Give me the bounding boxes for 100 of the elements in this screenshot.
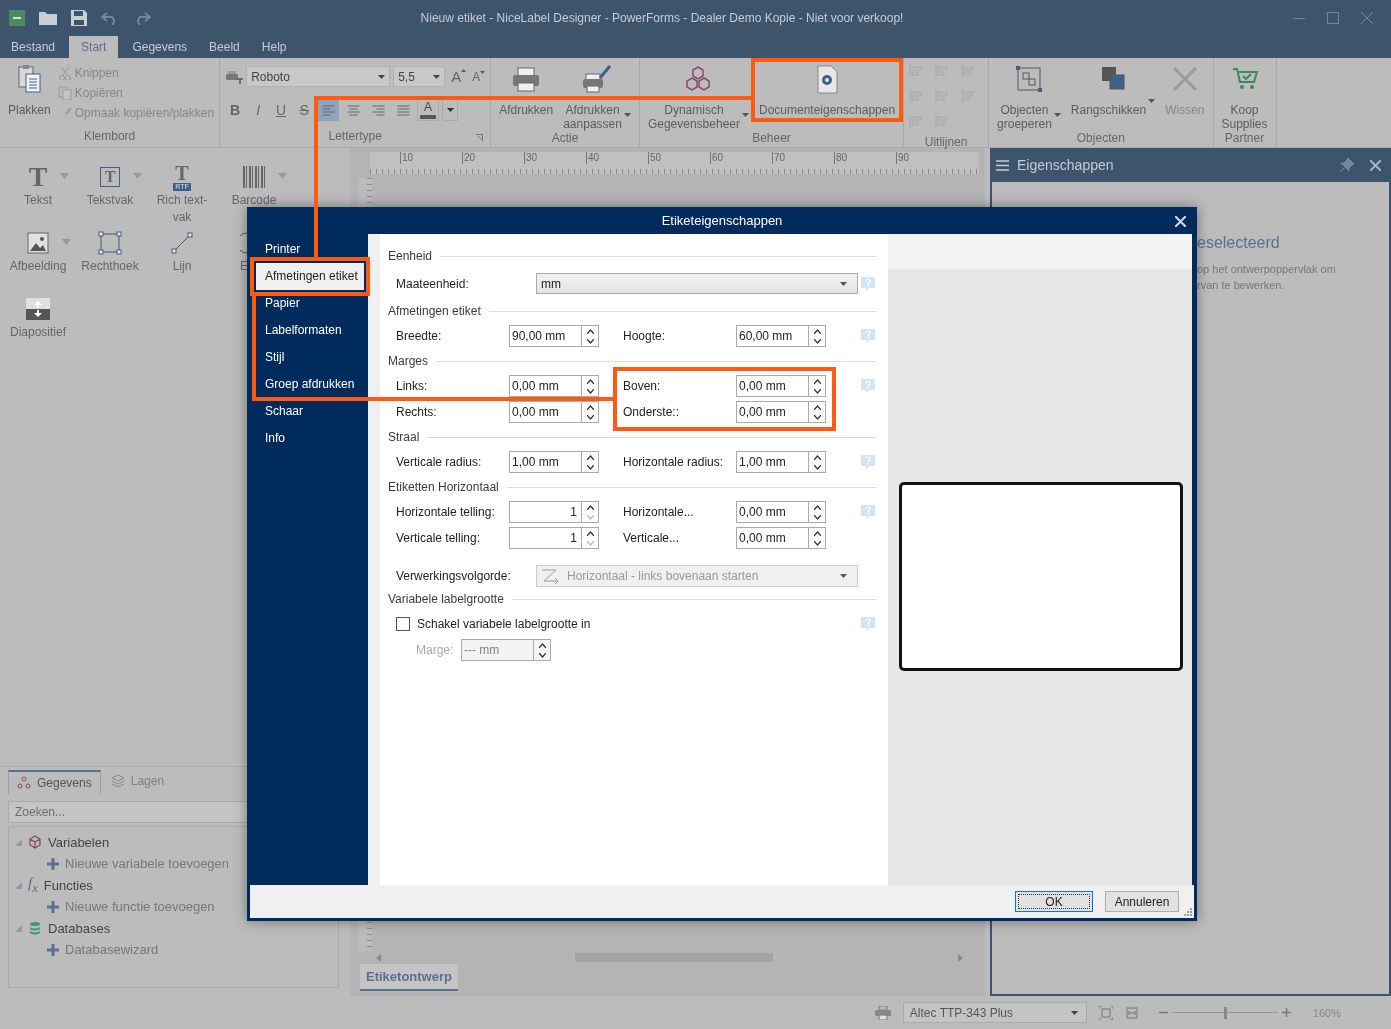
pin-icon[interactable] [1340, 158, 1354, 172]
checkbox[interactable] [396, 617, 410, 631]
caret-icon[interactable] [60, 173, 70, 179]
number-field[interactable]: 1 [509, 527, 599, 549]
menu-tab[interactable]: Start [69, 36, 119, 58]
spin-up-icon[interactable] [813, 404, 821, 410]
font-size-dropdown[interactable]: 5,5 [393, 66, 446, 87]
tool-label[interactable]: E [240, 258, 248, 275]
spin-up-icon[interactable] [813, 504, 821, 510]
nav-item[interactable]: Labelformaten [250, 317, 368, 344]
number-field[interactable]: 60,00 mm [736, 325, 826, 347]
ribbon-button[interactable]: Dynamisch Gegevensbeheer [644, 62, 752, 131]
help-icon[interactable] [860, 454, 876, 470]
tool-label[interactable]: Tekst [24, 192, 52, 209]
italic-button[interactable]: I [248, 99, 269, 121]
ribbon-button[interactable]: Objecten groeperen [994, 62, 1064, 131]
checkbox-label[interactable]: Schakel variabele labelgrootte in [417, 617, 591, 631]
spin-up-icon[interactable] [586, 328, 594, 334]
number-field[interactable]: 1,00 mm [509, 451, 599, 473]
maximize-icon[interactable] [1327, 12, 1339, 24]
printer-dropdown[interactable]: Altec TTP-343 Plus [902, 1002, 1087, 1023]
spin-down-icon[interactable] [586, 388, 594, 394]
help-icon[interactable] [860, 378, 876, 394]
menu-tab[interactable]: Beeld [201, 36, 248, 58]
tool-label[interactable]: Barcode [231, 192, 277, 209]
menu-icon[interactable] [996, 159, 1009, 171]
help-icon[interactable] [860, 616, 876, 632]
panel-tab[interactable]: Lagen [102, 770, 173, 792]
nav-item[interactable]: Printer [250, 236, 368, 263]
panel-tab[interactable]: Gegevens [8, 770, 101, 794]
document-tab[interactable]: Etiketontwerp [360, 964, 458, 991]
fit-width-icon[interactable] [1124, 1005, 1139, 1020]
tree-item[interactable]: Nieuwe functie toevoegen [65, 899, 215, 914]
number-field[interactable]: 0,00 mm [509, 375, 599, 397]
caret-icon[interactable] [133, 173, 142, 179]
nav-item[interactable]: Info [250, 425, 368, 452]
tree-item[interactable]: Functies [43, 877, 93, 893]
spin-down-icon[interactable] [586, 464, 594, 470]
number-field[interactable]: 90,00 mm [509, 325, 599, 347]
nav-item[interactable]: Afmetingen etiket [256, 263, 364, 290]
ribbon-button[interactable]: Koop Supplies [1218, 62, 1271, 131]
spin-down-icon[interactable] [586, 414, 594, 420]
spin-down-icon[interactable] [586, 338, 594, 344]
save-icon[interactable] [71, 10, 87, 26]
caret-icon[interactable] [62, 239, 71, 245]
nav-item[interactable]: Groep afdrukken [250, 371, 368, 398]
ok-button[interactable]: OK [1015, 891, 1093, 912]
font-color-button[interactable]: A [417, 99, 440, 121]
spin-up-icon[interactable] [813, 378, 821, 384]
menu-tab[interactable]: Bestand [3, 36, 64, 58]
number-field[interactable]: 0,00 mm [736, 527, 826, 549]
ribbon-button[interactable]: Afdrukken aanpassen [560, 62, 634, 131]
spin-up-icon[interactable] [813, 454, 821, 460]
dropdown-button[interactable] [442, 99, 459, 121]
folder-icon[interactable] [39, 11, 57, 25]
underline-button[interactable]: U [271, 99, 292, 121]
tree-item[interactable]: Variabelen [48, 834, 110, 850]
tool-label[interactable]: Afbeelding [9, 258, 67, 275]
help-icon[interactable] [860, 275, 876, 292]
number-field[interactable]: 0,00 mm [736, 375, 826, 397]
tool-label[interactable]: Tekstvak [86, 192, 134, 209]
spin-down-icon[interactable] [813, 514, 821, 520]
tree-item[interactable]: Databasewizard [65, 942, 159, 957]
spin-down-icon[interactable] [813, 388, 821, 394]
help-icon[interactable] [860, 504, 876, 520]
strikethrough-button[interactable]: S [294, 99, 315, 121]
shrink-font-button[interactable]: A [469, 69, 486, 84]
tool-label[interactable]: Rich text-vak [151, 192, 213, 226]
tree-item[interactable]: Nieuwe variabele toevoegen [65, 856, 230, 871]
spin-up-icon[interactable] [586, 378, 594, 384]
number-field[interactable]: 0,00 mm [736, 501, 826, 523]
dropdown[interactable]: mm [536, 273, 858, 294]
tool-label[interactable]: Diapositief [10, 324, 66, 341]
tool-label[interactable]: Rechthoek [81, 258, 139, 275]
spin-down-icon[interactable] [813, 464, 821, 470]
help-icon[interactable] [860, 328, 876, 344]
spin-up-icon[interactable] [813, 328, 821, 334]
fit-page-icon[interactable] [1098, 1005, 1113, 1020]
spin-down-icon[interactable] [813, 414, 821, 420]
ribbon-button[interactable]: Rangschikken [1067, 62, 1159, 117]
ribbon-button[interactable]: Documenteigenschappen [756, 62, 899, 117]
nav-item[interactable]: Papier [250, 290, 368, 317]
nav-item[interactable]: Stijl [250, 344, 368, 371]
spin-up-icon[interactable] [813, 530, 821, 536]
menu-tab[interactable]: Gegevens [124, 36, 196, 58]
number-field[interactable]: 1 [509, 501, 599, 523]
ribbon-button[interactable]: Plakken [5, 62, 54, 117]
font-dropdown[interactable]: Roboto [246, 66, 391, 87]
spin-up-icon[interactable] [586, 454, 594, 460]
expanded-arrow-icon[interactable] [15, 881, 22, 889]
menu-tab[interactable]: Help [253, 36, 295, 58]
dialog-launcher-icon[interactable] [476, 134, 484, 141]
grow-font-button[interactable]: A [448, 68, 467, 85]
zoom-in-icon[interactable] [1281, 1008, 1291, 1017]
spin-up-icon[interactable] [586, 504, 594, 510]
expanded-arrow-icon[interactable] [15, 838, 22, 846]
slider-thumb[interactable] [1223, 1006, 1227, 1019]
ribbon-button[interactable]: Afdrukken [496, 62, 557, 117]
number-field[interactable]: 1,00 mm [736, 451, 826, 473]
tool-label[interactable]: Lijn [172, 258, 192, 275]
